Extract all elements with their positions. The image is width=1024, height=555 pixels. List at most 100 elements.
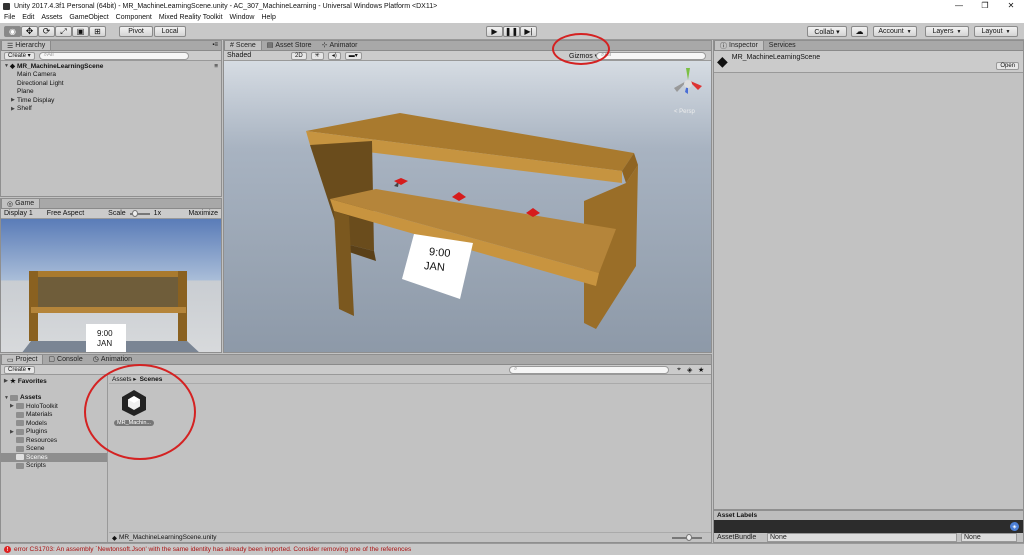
hierarchy-search-input[interactable]: ⌕All — [38, 51, 189, 60]
maximize-button[interactable]: ❐ — [972, 0, 998, 12]
rotate-tool-button[interactable]: ⟳ — [38, 26, 55, 37]
menu-mixed-reality-toolkit[interactable]: Mixed Reality Toolkit — [159, 14, 223, 21]
tab-inspector[interactable]: ⓘ Inspector — [714, 41, 764, 50]
unity-logo-icon — [3, 2, 10, 10]
scene-menu-icon[interactable]: ≡ — [214, 63, 218, 70]
tab-console[interactable]: ▢ Console — [43, 355, 87, 364]
layers-button[interactable]: Layers ▼ — [925, 26, 969, 37]
scale-slider[interactable] — [129, 209, 150, 217]
tab-hierarchy[interactable]: ☰ Hierarchy — [1, 41, 52, 50]
game-view[interactable]: 9:00 JAN — [1, 219, 221, 352]
chevron-down-icon: ▼ — [906, 28, 912, 35]
favorite-star-icon[interactable]: ★ — [698, 366, 704, 374]
hierarchy-item-time-display[interactable]: ▶ Time Display — [4, 96, 218, 105]
tab-scene[interactable]: # Scene — [224, 41, 262, 50]
folder-icon: ▭ — [7, 356, 14, 364]
favorites-item[interactable]: ▶ ★ Favorites — [1, 377, 107, 386]
collab-button[interactable]: Collab ▾ — [807, 26, 847, 37]
unity-scene-icon: ◆ — [10, 63, 15, 71]
asset-bundle-dropdown[interactable]: None — [767, 533, 957, 542]
image-icon: ▬▾ — [348, 53, 358, 59]
account-button[interactable]: Account ▼ — [873, 26, 917, 37]
project-create-button[interactable]: Create ▾ — [4, 365, 35, 374]
menu-window[interactable]: Window — [230, 14, 255, 21]
menu-component[interactable]: Component — [116, 14, 152, 21]
menu-file[interactable]: File — [4, 14, 15, 21]
panel-menu-icon[interactable]: ▪≡ — [212, 42, 218, 48]
scene-root-item[interactable]: ▼ ◆ MR_MachineLearningScene ≡ — [4, 62, 218, 71]
hierarchy-panel: ☰ Hierarchy ▪≡ Create ▾ ⌕All ▼ ◆ MR_Machine… — [0, 40, 222, 197]
tab-asset-store[interactable]: ▤ Asset Store — [262, 41, 317, 50]
step-icon: ▶| — [524, 27, 533, 36]
lighting-toggle[interactable]: ✳ — [310, 51, 324, 60]
hierarchy-item-shelf[interactable]: ▶ Shelf — [4, 105, 218, 114]
filter-type-icon[interactable]: ⌖ — [677, 366, 681, 374]
menu-edit[interactable]: Edit — [22, 14, 34, 21]
folder-item-resources[interactable]: Resources — [1, 436, 107, 445]
icon-size-slider[interactable] — [672, 534, 702, 541]
hierarchy-item-main-camera[interactable]: Main Camera — [4, 71, 218, 80]
inspector-header: ◆ MR_MachineLearningScene Open — [714, 51, 1023, 73]
2d-toggle[interactable]: 2D — [291, 51, 307, 60]
local-toggle[interactable]: Local — [154, 26, 186, 37]
menu-assets[interactable]: Assets — [41, 14, 62, 21]
scale-icon: ⤢ — [60, 26, 67, 36]
play-button[interactable]: ▶ — [486, 26, 503, 37]
folder-icon — [16, 462, 24, 469]
maximize-on-play-toggle[interactable]: Maximize — [188, 210, 218, 217]
filter-label-icon[interactable]: ◈ — [687, 366, 692, 374]
axis-gizmo-icon[interactable] — [668, 66, 708, 106]
shaded-dropdown[interactable]: Shaded — [227, 52, 287, 59]
folder-item-scene[interactable]: Scene — [1, 445, 107, 454]
rect-tool-button[interactable]: ▣ — [72, 26, 89, 37]
game-month-label: JAN — [97, 339, 113, 348]
hierarchy-tabbar: ☰ Hierarchy ▪≡ — [1, 41, 221, 51]
scale-label: Scale — [108, 210, 126, 217]
hand-tool-button[interactable]: ◉ — [4, 26, 21, 37]
move-tool-button[interactable]: ✥ — [21, 26, 38, 37]
status-bar[interactable]: ! error CS1703: An assembly `Newtonsoft.… — [0, 543, 1024, 555]
game-panel: ◎ Game Display 1 Free Aspect Scale 1x Max… — [0, 198, 222, 353]
step-button[interactable]: ▶| — [520, 26, 537, 37]
asset-bundle-row: AssetBundle None None — [714, 533, 1023, 542]
audio-toggle[interactable]: ◂) — [327, 51, 341, 60]
tab-project[interactable]: ▭ Project — [1, 355, 44, 364]
scene-view[interactable]: 9:00 JAN < Persp — [224, 61, 711, 352]
tab-animation[interactable]: ◷ Animation — [88, 355, 137, 364]
pause-button[interactable]: ❚❚ — [503, 26, 520, 37]
tab-game[interactable]: ◎ Game — [1, 199, 41, 208]
folder-item-scenes[interactable]: Scenes — [1, 453, 107, 462]
scene-search-input[interactable]: ⌕All — [596, 51, 706, 60]
tag-icon[interactable]: ◈ — [1010, 522, 1019, 531]
transform-tool-button[interactable]: ⊞ — [89, 26, 106, 37]
folder-icon — [10, 394, 18, 401]
create-button[interactable]: Create ▾ — [4, 51, 35, 60]
scale-tool-button[interactable]: ⤢ — [55, 26, 72, 37]
rect-icon: ▣ — [76, 27, 85, 36]
folder-item-scripts[interactable]: Scripts — [1, 462, 107, 471]
tab-animator[interactable]: ⊹ Animator — [317, 41, 363, 50]
menu-help[interactable]: Help — [261, 14, 275, 21]
main-toolbar: ◉ ✥ ⟳ ⤢ ▣ ⊞ Pivot Local ▶ ❚❚ ▶| Collab ▾… — [0, 23, 1024, 40]
menu-gameobject[interactable]: GameObject — [69, 14, 108, 21]
hierarchy-item-directional-light[interactable]: Directional Light — [4, 79, 218, 88]
layout-button[interactable]: Layout ▼ — [974, 26, 1018, 37]
cloud-button[interactable]: ☁ — [851, 26, 868, 37]
asset-variant-dropdown[interactable]: None — [961, 533, 1017, 542]
title-bar: Unity 2017.4.3f1 Personal (64bit) - MR_M… — [0, 0, 1024, 12]
asset-labels-panel: Asset Labels ◈ AssetBundle None None — [713, 510, 1024, 543]
minimize-button[interactable]: — — [946, 0, 972, 12]
game-time-label: 9:00 — [97, 329, 113, 338]
project-search-input[interactable]: ⌕ — [509, 365, 669, 374]
animator-icon: ⊹ — [321, 42, 328, 49]
game-tabbar: ◎ Game — [1, 199, 221, 209]
effects-dropdown[interactable]: ▬▾ — [344, 51, 362, 60]
store-icon: ▤ — [266, 42, 274, 49]
hierarchy-item-plane[interactable]: Plane — [4, 88, 218, 97]
display-dropdown[interactable]: Display 1 — [4, 210, 33, 217]
open-button[interactable]: Open — [996, 62, 1019, 70]
tab-services[interactable]: Services — [764, 41, 801, 50]
close-button[interactable]: ✕ — [998, 0, 1024, 12]
aspect-dropdown[interactable]: Free Aspect — [47, 210, 84, 217]
pivot-toggle[interactable]: Pivot — [119, 26, 153, 37]
